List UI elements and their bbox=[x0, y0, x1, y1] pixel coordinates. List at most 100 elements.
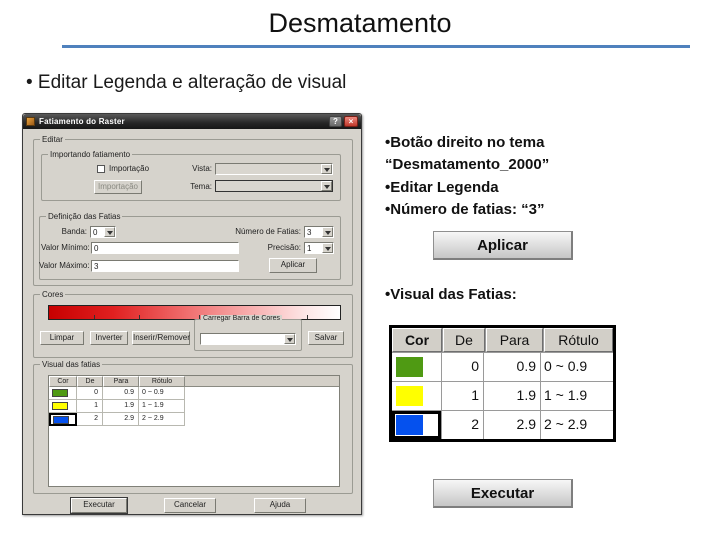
color-swatch[interactable] bbox=[52, 402, 68, 410]
legend-color-cell bbox=[392, 382, 442, 410]
cancelar-button[interactable]: Cancelar bbox=[164, 498, 216, 513]
annotation-line: •Botão direito no tema bbox=[385, 134, 545, 151]
legend-cell-para: 0.9 bbox=[484, 353, 541, 381]
executar-big-button[interactable]: Executar bbox=[433, 479, 573, 508]
limpar-button[interactable]: Limpar bbox=[40, 331, 84, 345]
table-cell-para: 2.9 bbox=[103, 413, 139, 426]
table-cell-rotulo: 2 ~ 2.9 bbox=[139, 413, 185, 426]
importacao-checkbox[interactable] bbox=[97, 165, 105, 173]
column-header-cor: Cor bbox=[49, 376, 77, 387]
chevron-down-icon bbox=[321, 164, 332, 174]
ramp-tick bbox=[139, 315, 140, 319]
importacao-button[interactable]: Importação bbox=[94, 180, 142, 194]
table-cell-de: 1 bbox=[77, 400, 103, 413]
group-importando-label: Importando fatiamento bbox=[48, 150, 133, 159]
legend-cell-rotulo: 0 ~ 0.9 bbox=[544, 358, 588, 374]
group-cores-label: Cores bbox=[40, 290, 66, 299]
table-row-color-cell[interactable] bbox=[49, 387, 77, 400]
valor-max-input[interactable] bbox=[91, 260, 239, 272]
annotation-line: •Número de fatias: “3” bbox=[385, 201, 545, 218]
slide: Desmatamento • Editar Legenda e alteraçã… bbox=[0, 0, 720, 540]
legend-table: Cor De Para Rótulo 0 0.9 0 ~ 0.9 1 1.9 1… bbox=[389, 325, 616, 442]
ramp-tick bbox=[307, 315, 308, 319]
aplicar-big-button[interactable]: Aplicar bbox=[433, 231, 573, 260]
group-carregar-barra-label: Carregar Barra de Cores bbox=[201, 315, 283, 322]
group-editar-label: Editar bbox=[40, 135, 65, 144]
help-button[interactable]: ? bbox=[329, 116, 342, 127]
dialog-window: Fatiamento do Raster ? × Editar Importan… bbox=[22, 113, 362, 515]
legend-cell-de: 2 bbox=[442, 411, 484, 439]
executar-button[interactable]: Executar bbox=[71, 498, 127, 513]
legend-cell-rotulo: 2 ~ 2.9 bbox=[544, 416, 588, 432]
column-header-rotulo: Rótulo bbox=[139, 376, 185, 387]
banda-combo-value: 0 bbox=[93, 228, 98, 237]
table-cell-de: 0 bbox=[77, 387, 103, 400]
group-visual-label: Visual das fatias bbox=[40, 360, 103, 369]
inverter-button[interactable]: Inverter bbox=[90, 331, 128, 345]
group-cores: Cores Limpar Inverter Inserir/Remover Ca… bbox=[33, 290, 353, 358]
banda-combo[interactable]: 0 bbox=[90, 226, 116, 238]
legend-cell-para: 2.9 bbox=[484, 411, 541, 439]
legend-cell-de: 1 bbox=[442, 382, 484, 410]
column-header-para: Para bbox=[486, 328, 543, 352]
table-cell-de: 2 bbox=[77, 413, 103, 426]
annotation-line: “Desmatamento_2000” bbox=[385, 156, 550, 173]
valor-min-input[interactable] bbox=[91, 242, 239, 254]
legend-table-header: Cor De Para Rótulo bbox=[392, 328, 613, 352]
color-swatch[interactable] bbox=[53, 416, 69, 424]
precisao-combo[interactable]: 1 bbox=[304, 242, 334, 254]
salvar-button[interactable]: Salvar bbox=[308, 331, 344, 345]
column-header-de: De bbox=[443, 328, 485, 352]
legend-table-row: 0 0.9 0 ~ 0.9 bbox=[392, 352, 613, 381]
tema-combo[interactable] bbox=[215, 180, 333, 192]
table-row-color-cell[interactable] bbox=[49, 400, 77, 413]
tema-label: Tema: bbox=[190, 182, 212, 191]
legend-cell-de: 0 bbox=[442, 353, 484, 381]
num-fatias-label: Número de Fatias: bbox=[235, 227, 301, 236]
ajuda-button[interactable]: Ajuda bbox=[254, 498, 306, 513]
ramp-tick bbox=[94, 315, 95, 319]
dialog-title: Fatiamento do Raster bbox=[39, 117, 125, 126]
precisao-combo-value: 1 bbox=[307, 244, 312, 253]
slide-bullet: • Editar Legenda e alteração de visual bbox=[26, 72, 347, 93]
color-swatch bbox=[396, 357, 423, 377]
aplicar-button[interactable]: Aplicar bbox=[269, 258, 317, 273]
color-ramp[interactable] bbox=[48, 305, 341, 320]
chevron-down-icon bbox=[104, 227, 115, 237]
legend-color-cell bbox=[392, 353, 442, 381]
num-fatias-combo[interactable]: 3 bbox=[304, 226, 334, 238]
importacao-checkbox-label: Importação bbox=[109, 164, 150, 173]
group-importando: Importando fatiamento bbox=[41, 150, 341, 201]
table-row-color-cell-selected[interactable] bbox=[49, 413, 77, 426]
vista-combo[interactable] bbox=[215, 163, 333, 175]
visual-fatias-label: •Visual das Fatias: bbox=[385, 286, 517, 303]
table-cell-para: 1.9 bbox=[103, 400, 139, 413]
dialog-titlebar[interactable]: Fatiamento do Raster ? × bbox=[23, 114, 361, 129]
column-header-para: Para bbox=[103, 376, 139, 387]
vista-label: Vista: bbox=[192, 164, 212, 173]
group-definicao-label: Definição das Fatias bbox=[46, 212, 123, 221]
valor-max-label: Valor Máximo: bbox=[39, 261, 90, 270]
table-cell-rotulo: 1 ~ 1.9 bbox=[139, 400, 185, 413]
legend-color-cell-selected bbox=[392, 411, 442, 439]
title-underline bbox=[62, 45, 690, 48]
column-header-rotulo: Rótulo bbox=[544, 328, 613, 352]
legend-cell-para: 1.9 bbox=[484, 382, 541, 410]
column-header-cor: Cor bbox=[392, 328, 442, 352]
banda-label: Banda: bbox=[61, 227, 87, 236]
page-title: Desmatamento bbox=[268, 8, 452, 38]
inserir-remover-button[interactable]: Inserir/Remover bbox=[132, 331, 190, 345]
legend-table-row: 1 1.9 1 ~ 1.9 bbox=[392, 381, 613, 410]
num-fatias-combo-value: 3 bbox=[307, 228, 312, 237]
column-header-de: De bbox=[77, 376, 103, 387]
group-visual: Visual das fatias Cor De Para Rótulo 0 0… bbox=[33, 360, 353, 494]
legend-cell-rotulo: 1 ~ 1.9 bbox=[544, 387, 588, 403]
color-swatch[interactable] bbox=[52, 389, 68, 397]
chevron-down-icon bbox=[322, 227, 333, 237]
app-icon bbox=[26, 117, 35, 126]
table-cell-para: 0.9 bbox=[103, 387, 139, 400]
carregar-barra-combo[interactable] bbox=[200, 333, 296, 345]
precisao-label: Precisão: bbox=[267, 243, 301, 252]
close-icon[interactable]: × bbox=[344, 116, 358, 127]
annotation-line: •Editar Legenda bbox=[385, 179, 499, 196]
